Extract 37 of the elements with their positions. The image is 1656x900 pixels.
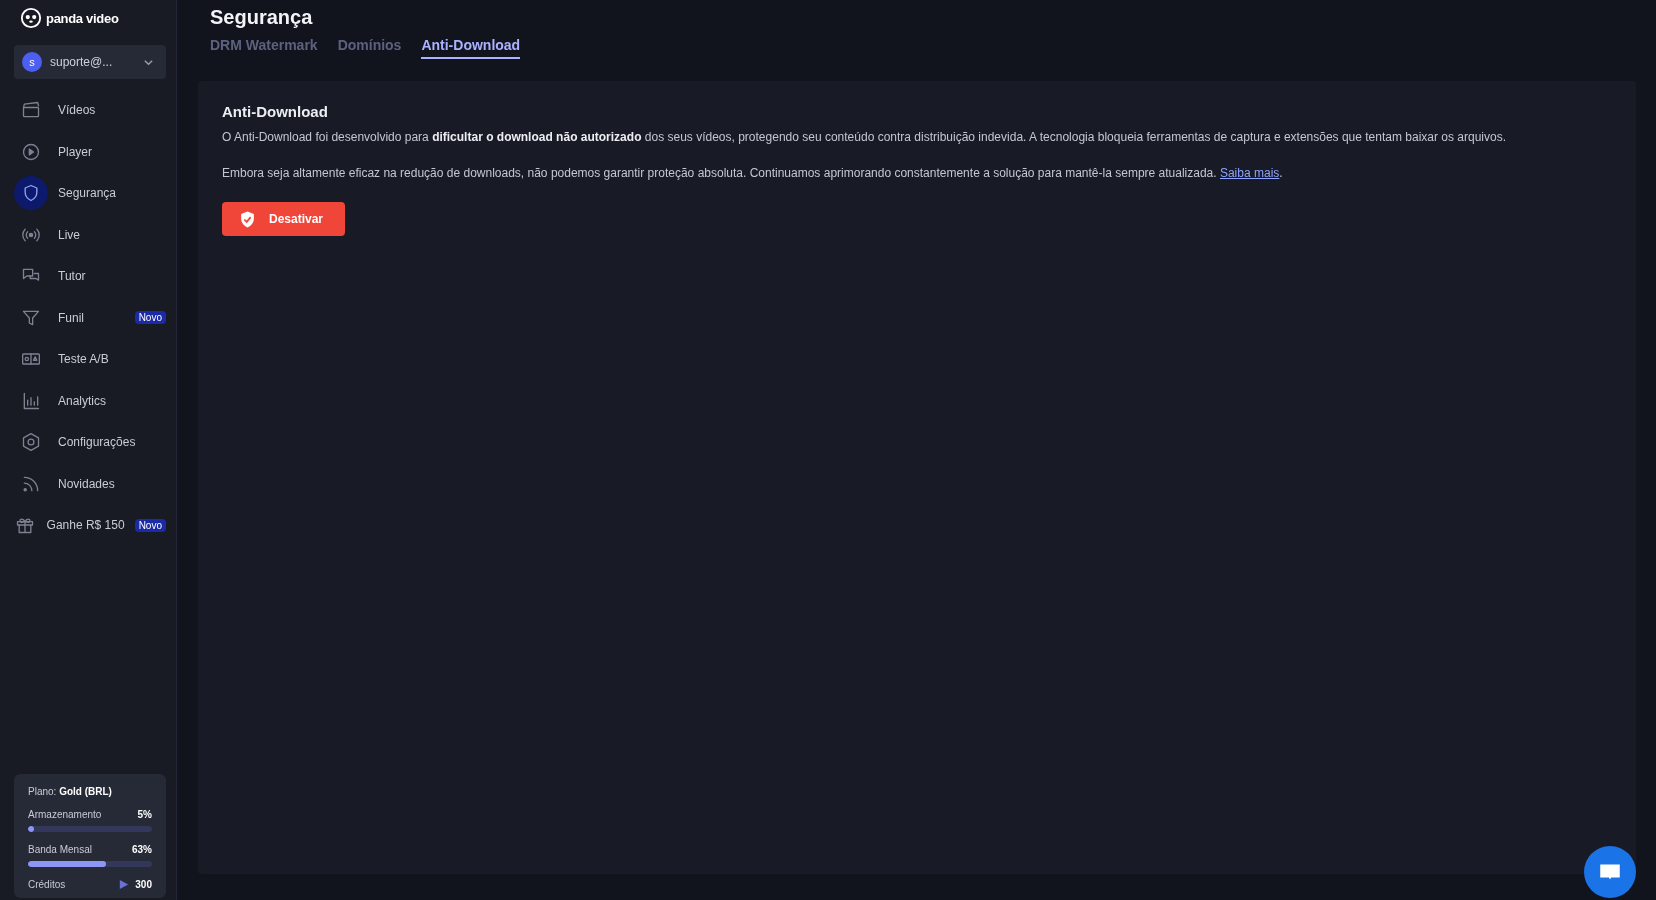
credits-label: Créditos [28,879,66,890]
meter-reading: 5% [137,809,152,820]
meter-reading: 63% [132,844,152,855]
gift-icon [15,515,36,535]
plan-name: Plano: Gold (BRL) [28,786,113,797]
nav-item[interactable]: Novidades [14,464,166,503]
new-badge: Novo [134,311,166,324]
nav-item[interactable]: Player [14,132,166,171]
account-dropdown[interactable]: s suporte@... [14,45,166,79]
tab[interactable]: Anti-Download [421,37,521,59]
nav-item[interactable]: Funil Novo [14,298,166,337]
nav-item[interactable]: Segurança [14,174,166,212]
nav-item[interactable]: Configurações [14,423,166,461]
clapperboard-icon [21,100,41,120]
page-title: Segurança [210,6,314,29]
new-badge: Novo [134,518,166,532]
description-text: O Anti-Download foi desenvolvido para dificultar o download não autorizado dos seus vídeos, protegendo seu conteúdo contra distribuição indevida. A tecnologia bloqueia ferramentas de captura e extensões que tentam baixar os arquivos. [222,129,1508,146]
meter-label: Armazenamento [28,809,102,820]
nav-item[interactable]: Live [14,215,166,254]
shield-check-icon [238,209,257,229]
play-icon [21,141,41,162]
chat-button[interactable] [1584,846,1636,898]
disclaimer-text: Embora seja altamente eficaz na redução de downloads, não podemos garantir proteção absoluta. Continuamos aprimorando constantemente a solução para mantê-la sempre atualizada. Saiba mais. [222,165,1284,182]
credits-value: 300 [135,879,152,890]
bar-chart-icon [21,390,41,411]
nav-item[interactable]: Vídeos [14,91,166,129]
nav-item[interactable]: Ganhe R$ 150 Novo [14,506,166,544]
nav-item[interactable]: Tutor [14,257,166,295]
nav-item[interactable]: Teste A/B [14,340,166,378]
section-title: Anti-Download [222,103,329,120]
nav-item[interactable]: Analytics [14,381,166,420]
deactivate-button[interactable]: Desativar [222,202,346,236]
play-icon [118,879,130,890]
meter-label: Banda Mensal [28,844,92,855]
brand-name: panda video [46,10,119,26]
panda-logo-icon [20,7,42,29]
settings-icon [21,432,41,452]
